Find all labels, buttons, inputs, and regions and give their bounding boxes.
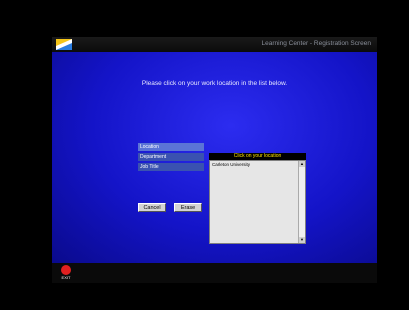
- location-picker: Click on your location Carleton Universi…: [209, 153, 306, 244]
- exit-label: EXIT: [61, 275, 71, 280]
- instruction-text: Please click on your work location in th…: [141, 80, 288, 87]
- location-list[interactable]: Carleton University ▲ ▼: [209, 160, 306, 244]
- bottom-bar: EXIT: [52, 263, 377, 283]
- app-screen: Learning Center - Registration Screen Pl…: [52, 37, 377, 283]
- scroll-up-icon[interactable]: ▲: [299, 161, 305, 167]
- exit-button[interactable]: EXIT: [60, 265, 72, 281]
- title-bar: Learning Center - Registration Screen: [52, 37, 377, 52]
- location-field[interactable]: Location: [138, 143, 204, 151]
- department-field[interactable]: Department: [138, 153, 204, 161]
- cancel-button[interactable]: Cancel: [138, 203, 166, 212]
- list-scrollbar[interactable]: ▲ ▼: [298, 161, 305, 243]
- logo-icon: [56, 39, 72, 50]
- job-title-field[interactable]: Job Title: [138, 163, 204, 171]
- scroll-down-icon[interactable]: ▼: [299, 237, 305, 243]
- erase-button[interactable]: Erase: [174, 203, 202, 212]
- picker-header: Click on your location: [209, 153, 306, 160]
- exit-icon: [61, 265, 71, 275]
- list-item[interactable]: Carleton University: [212, 162, 250, 167]
- window-title: Learning Center - Registration Screen: [261, 40, 371, 47]
- registration-fields: Location Department Job Title: [138, 143, 204, 173]
- main-panel: Please click on your work location in th…: [52, 52, 377, 263]
